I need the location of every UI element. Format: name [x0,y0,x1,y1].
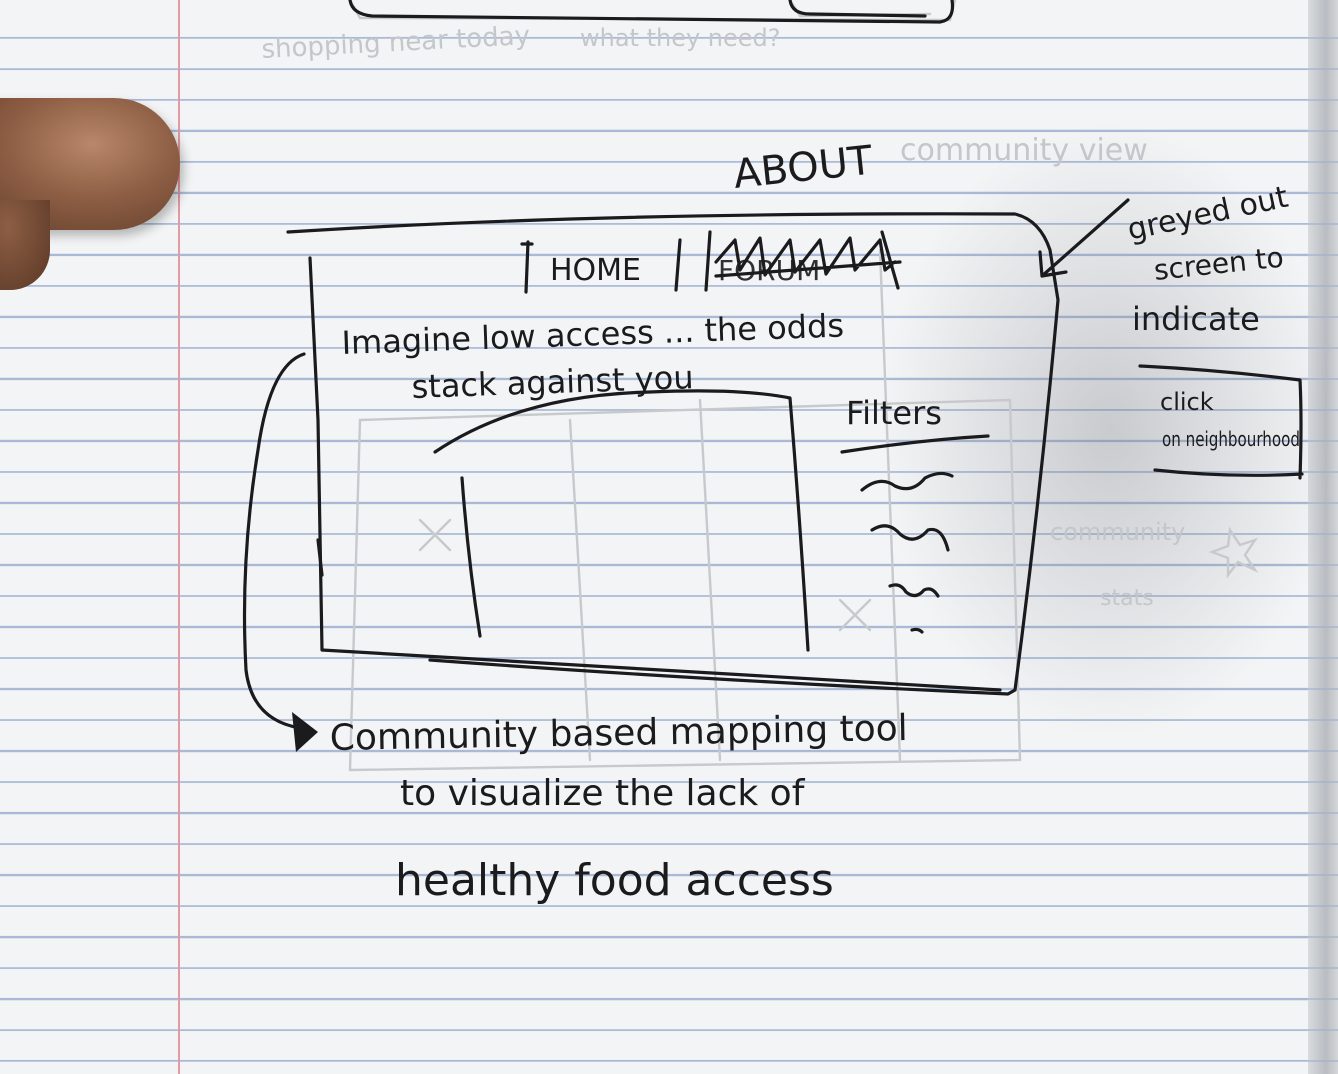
nav-separator-mid [674,238,682,292]
caption-line3: healthy food access [395,855,834,906]
map-area-left-line [460,476,482,638]
filters-label: Filters [846,394,942,432]
filter-option-1[interactable] [860,471,954,492]
ghost-text-5: stats [1100,586,1154,611]
side-note-arrow [1038,198,1130,278]
side-note-line1: greyed out [1124,180,1291,248]
filter-option-4[interactable] [910,627,924,634]
sketch-drawing: shopping near today what they need? comm… [242,0,1304,906]
ghost-text-2: what they need? [580,24,781,52]
tagline-line1: Imagine low access ... the odds [341,306,845,362]
caption-line1: Community based mapping tool [329,708,908,759]
ghost-star [1208,526,1259,579]
nav-separator-right [704,230,712,292]
caption-arrowhead [292,712,318,752]
ghost-x-2 [838,598,872,632]
filter-option-3[interactable] [888,583,940,598]
greyed-screen-frame [286,212,1060,696]
ghost-x-1 [418,518,452,552]
nav-separator-left [520,240,534,294]
ghost-divider-2 [698,398,722,762]
ghost-text-1: shopping near today [261,21,531,65]
caption-arrow [242,352,306,730]
map-area-curve [433,389,810,652]
nav-home-label[interactable]: HOME [550,253,641,288]
ghost-divider-1 [568,418,592,762]
notebook-photo: shopping near today what they need? comm… [0,0,1338,1074]
click-note-box [1138,364,1304,480]
ghost-text-4: community [1050,518,1185,546]
click-note-line1: click [1160,388,1214,416]
click-note-line2: on neighbourhood [1162,427,1300,451]
ghost-text-3: community view [900,133,1148,168]
about-heading: ABOUT [731,138,875,198]
side-note-line3: indicate [1132,300,1260,338]
filters-underline [840,434,990,454]
tagline-line2: stack against you [411,358,694,406]
caption-line2: to visualize the lack of [400,773,806,814]
side-note-line2: screen to [1152,241,1285,287]
filter-option-2[interactable] [870,524,950,552]
